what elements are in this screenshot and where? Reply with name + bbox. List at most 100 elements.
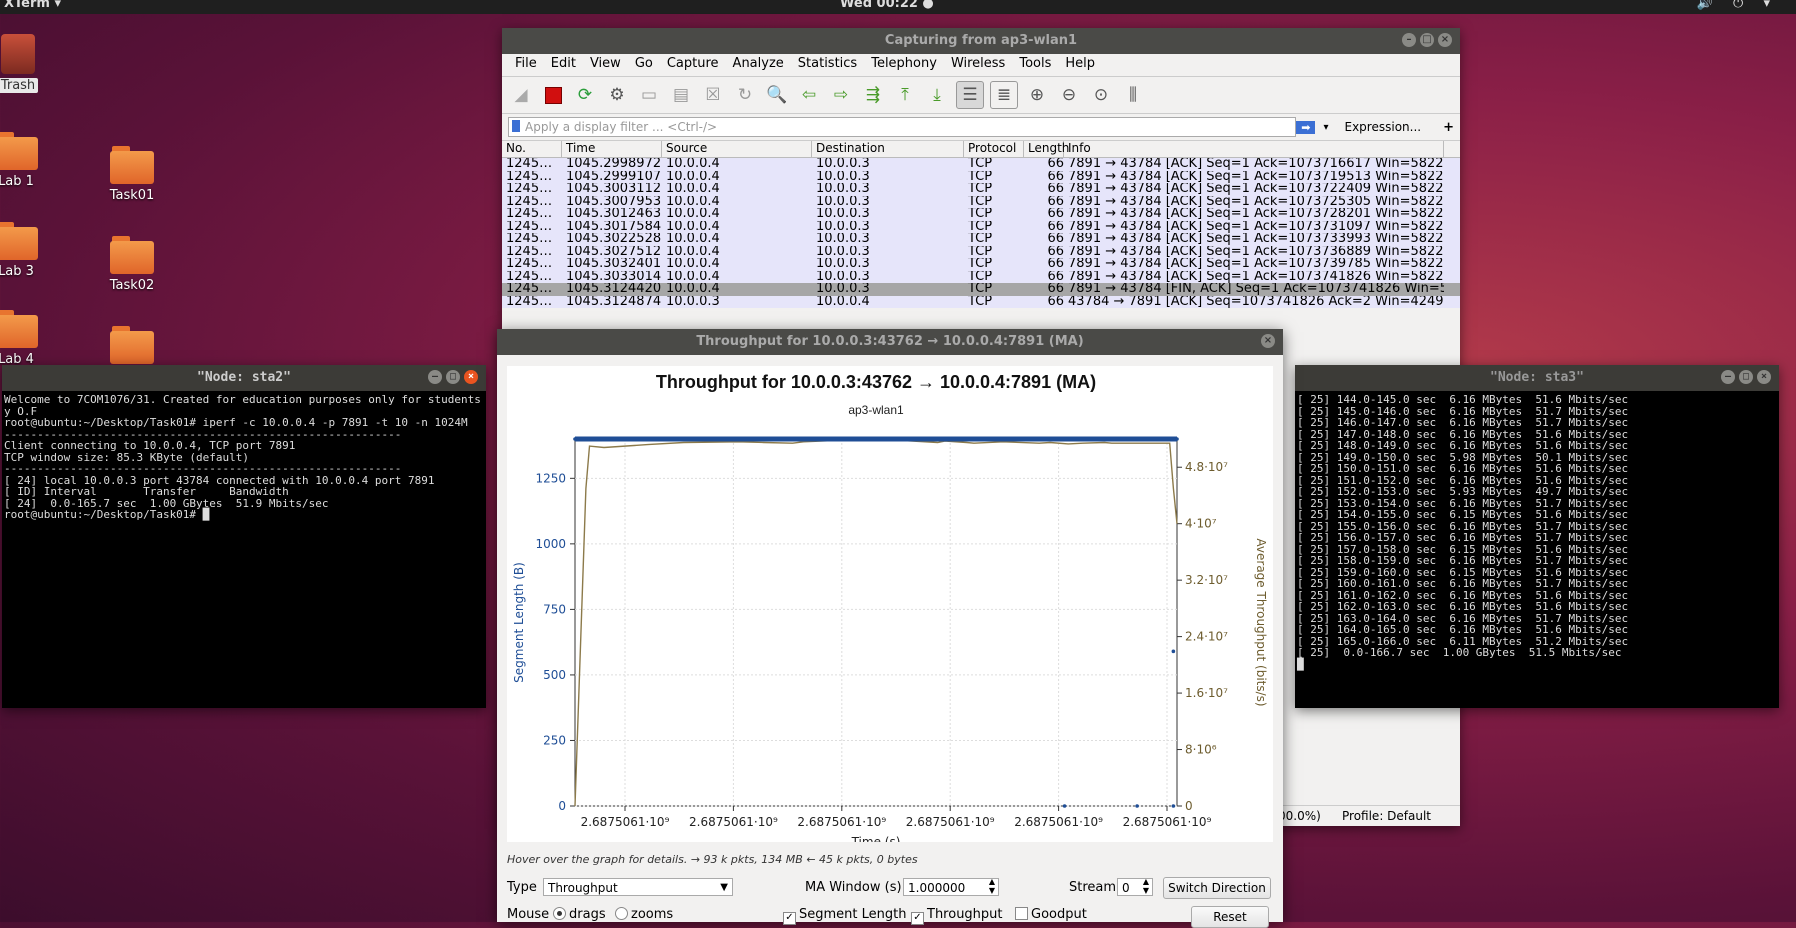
- type-select[interactable]: Throughput ▼: [543, 878, 733, 896]
- mouse-drags-radio[interactable]: drags: [553, 907, 606, 922]
- packet-row[interactable]: 1245… 1045.3007953… 10.0.0.4 10.0.0.3 TCP 66 7…: [502, 195, 1460, 208]
- column-header[interactable]: Info: [1064, 141, 1444, 157]
- folder-icon: [0, 222, 38, 260]
- menu-capture[interactable]: Capture: [660, 54, 726, 76]
- spin-arrows-icon[interactable]: ▲ ▼: [989, 877, 995, 895]
- window-titlebar[interactable]: Capturing from ap3-wlan1 – □ ×: [502, 28, 1460, 54]
- add-filter-button[interactable]: +: [1443, 120, 1454, 135]
- minimize-icon[interactable]: –: [1402, 33, 1416, 47]
- packet-row[interactable]: 1245… 1045.3124874… 10.0.0.3 10.0.0.4 TCP 66 4…: [502, 295, 1460, 308]
- close-icon[interactable]: ×: [1757, 370, 1771, 384]
- column-header[interactable]: Source: [662, 141, 812, 157]
- plot-area[interactable]: Throughput for 10.0.0.3:43762 → 10.0.0.4…: [507, 366, 1273, 849]
- menu-telephony[interactable]: Telephony: [864, 54, 944, 76]
- shark-fin-icon[interactable]: ◢: [508, 82, 534, 108]
- autoscroll-icon[interactable]: ☰: [956, 81, 984, 109]
- terminal-sta2[interactable]: "Node: sta2" – □ × Welcome to 7COM1076/3…: [2, 365, 486, 708]
- close-icon[interactable]: ×: [1261, 334, 1275, 348]
- terminal-output[interactable]: Welcome to 7COM1076/31. Created for educ…: [2, 391, 486, 524]
- terminal-sta3[interactable]: "Node: sta3" – □ × [ 25] 144.0-145.0 sec…: [1295, 365, 1779, 708]
- system-tray[interactable]: 🔊 ⏻ ▾: [1697, 0, 1778, 11]
- active-app-menu[interactable]: XTerm ▾: [4, 0, 61, 11]
- capture-options-icon[interactable]: ⚙: [604, 82, 630, 108]
- window-titlebar[interactable]: Throughput for 10.0.0.3:43762 → 10.0.0.4…: [497, 329, 1283, 355]
- reset-button[interactable]: Reset: [1191, 906, 1269, 928]
- save-file-icon[interactable]: ▤: [668, 82, 694, 108]
- mouse-zooms-radio[interactable]: zooms: [615, 907, 673, 922]
- ma-window-spinbox[interactable]: 1.000000 ▲ ▼: [903, 877, 999, 896]
- packet-list[interactable]: No. Time Source Destination Protocol Length In…: [502, 141, 1460, 308]
- desktop-icon-folder[interactable]: Task02: [92, 236, 172, 293]
- colorize-icon[interactable]: ≣: [990, 81, 1018, 109]
- packet-row[interactable]: 1245… 1045.2998972… 10.0.0.4 10.0.0.3 TCP 66 7…: [502, 158, 1460, 171]
- packet-row[interactable]: 1245… 1045.2999107… 10.0.0.4 10.0.0.3 TCP 66 7…: [502, 170, 1460, 183]
- close-icon[interactable]: ×: [1438, 33, 1452, 47]
- menu-wireless[interactable]: Wireless: [944, 54, 1012, 76]
- close-file-icon[interactable]: ☒: [700, 82, 726, 108]
- window-titlebar[interactable]: "Node: sta2" – □ ×: [2, 365, 486, 391]
- menu-view[interactable]: View: [583, 54, 628, 76]
- close-icon[interactable]: ×: [464, 370, 478, 384]
- menu-go[interactable]: Go: [628, 54, 660, 76]
- packet-row[interactable]: 1245… 1045.3017584… 10.0.0.4 10.0.0.3 TCP 66 7…: [502, 220, 1460, 233]
- window-titlebar[interactable]: "Node: sta3" – □ ×: [1295, 365, 1779, 391]
- go-to-packet-icon[interactable]: ⇶: [860, 82, 886, 108]
- throughput-chart[interactable]: Throughput for 10.0.0.3:43762 → 10.0.0.4…: [507, 366, 1273, 849]
- column-header[interactable]: Length: [1024, 141, 1069, 157]
- column-header[interactable]: Time: [562, 141, 662, 157]
- clock[interactable]: Wed 00:22 ●: [840, 0, 934, 11]
- desktop-icon-folder[interactable]: Lab 1: [0, 132, 56, 189]
- zoom-in-icon[interactable]: ⊕: [1024, 82, 1050, 108]
- desktop-icon-folder[interactable]: Task01: [92, 146, 172, 203]
- packet-row[interactable]: 1245… 1045.3032401… 10.0.0.4 10.0.0.3 TCP 66 7…: [502, 258, 1460, 271]
- column-header[interactable]: Destination: [812, 141, 964, 157]
- desktop-icon-folder[interactable]: Lab 4: [0, 310, 56, 367]
- menu-tools[interactable]: Tools: [1012, 54, 1058, 76]
- find-packet-icon[interactable]: 🔍: [764, 82, 790, 108]
- stop-capture-icon[interactable]: [540, 82, 566, 108]
- switch-direction-button[interactable]: Switch Direction: [1163, 877, 1271, 899]
- goodput-checkbox[interactable]: Goodput: [1015, 907, 1087, 922]
- packet-row[interactable]: 1245… 1045.3003112… 10.0.0.4 10.0.0.3 TCP 66 7…: [502, 183, 1460, 196]
- maximize-icon[interactable]: □: [446, 370, 460, 384]
- spin-arrows-icon[interactable]: ▲ ▼: [1143, 877, 1149, 895]
- packet-row[interactable]: 1245… 1045.3124420… 10.0.0.4 10.0.0.3 TCP 66 7…: [502, 283, 1460, 296]
- first-packet-icon[interactable]: ⤒: [892, 82, 918, 108]
- filter-dropdown-icon[interactable]: ▾: [1323, 122, 1328, 133]
- resize-columns-icon[interactable]: ⫼: [1120, 82, 1146, 108]
- maximize-icon[interactable]: □: [1420, 33, 1434, 47]
- desktop-icon-trash[interactable]: Trash: [0, 34, 58, 93]
- segment-length-checkbox[interactable]: ✓ Segment Length: [783, 907, 906, 925]
- filter-apply-arrow-icon[interactable]: ➡: [1296, 120, 1316, 134]
- desktop-icon-folder[interactable]: Lab 3: [0, 222, 56, 279]
- packet-row[interactable]: 1245… 1045.3033014… 10.0.0.4 10.0.0.3 TCP 66 7…: [502, 270, 1460, 283]
- expression-button[interactable]: Expression...: [1345, 120, 1422, 134]
- packet-row[interactable]: 1245… 1045.3012463… 10.0.0.4 10.0.0.3 TCP 66 7…: [502, 208, 1460, 221]
- menu-analyze[interactable]: Analyze: [726, 54, 791, 76]
- minimize-icon[interactable]: –: [428, 370, 442, 384]
- menu-edit[interactable]: Edit: [544, 54, 583, 76]
- open-file-icon[interactable]: ▭: [636, 82, 662, 108]
- restart-capture-icon[interactable]: ⟳: [572, 82, 598, 108]
- go-back-icon[interactable]: ⇦: [796, 82, 822, 108]
- column-header[interactable]: Protocol: [964, 141, 1024, 157]
- packet-row[interactable]: 1245… 1045.3022528… 10.0.0.4 10.0.0.3 TCP 66 7…: [502, 233, 1460, 246]
- column-header[interactable]: No.: [502, 141, 562, 157]
- terminal-output[interactable]: [ 25] 144.0-145.0 sec 6.16 MBytes 51.6 M…: [1295, 391, 1779, 673]
- reload-file-icon[interactable]: ↻: [732, 82, 758, 108]
- go-forward-icon[interactable]: ⇨: [828, 82, 854, 108]
- status-profile[interactable]: Profile: Default: [1342, 809, 1431, 823]
- zoom-out-icon[interactable]: ⊖: [1056, 82, 1082, 108]
- last-packet-icon[interactable]: ⤓: [924, 82, 950, 108]
- menu-help[interactable]: Help: [1058, 54, 1102, 76]
- menu-statistics[interactable]: Statistics: [791, 54, 864, 76]
- menu-file[interactable]: File: [508, 54, 544, 76]
- minimize-icon[interactable]: –: [1721, 370, 1735, 384]
- desktop-icon-folder[interactable]: [92, 326, 172, 368]
- display-filter-input[interactable]: Apply a display filter ... <Ctrl-/>: [508, 117, 1297, 137]
- packet-row[interactable]: 1245… 1045.3027512… 10.0.0.4 10.0.0.3 TCP 66 7…: [502, 245, 1460, 258]
- maximize-icon[interactable]: □: [1739, 370, 1753, 384]
- zoom-normal-icon[interactable]: ⊙: [1088, 82, 1114, 108]
- stream-spinbox[interactable]: 0 ▲ ▼: [1117, 877, 1153, 896]
- throughput-checkbox[interactable]: ✓ Throughput: [911, 907, 1003, 925]
